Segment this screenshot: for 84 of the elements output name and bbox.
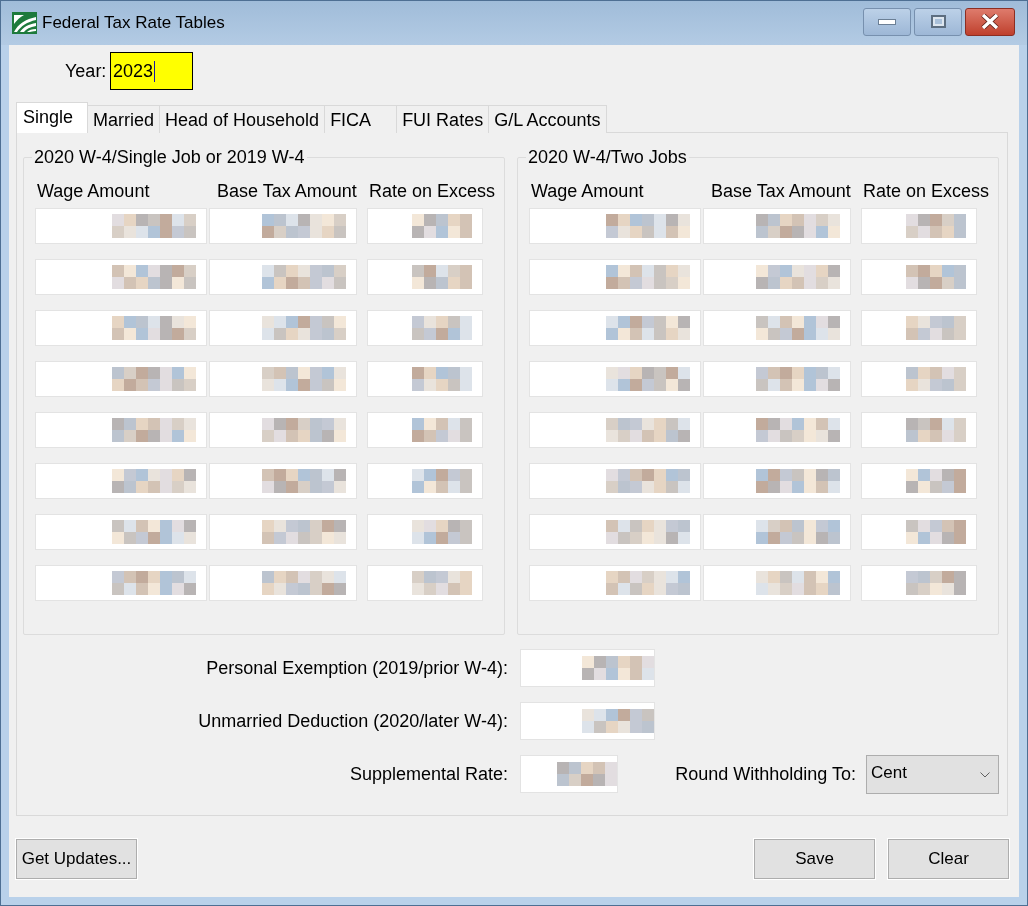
input-field[interactable] — [703, 208, 851, 244]
input-field[interactable] — [35, 463, 207, 499]
field-label: Personal Exemption (2019/prior W-4): — [205, 657, 508, 679]
input-field[interactable] — [367, 412, 483, 448]
input-field[interactable] — [209, 361, 357, 397]
tab[interactable]: FUI Rates — [397, 105, 490, 133]
input-field[interactable] — [209, 208, 357, 244]
column-header: Rate on Excess — [862, 180, 990, 202]
field-label: Supplemental Rate: — [348, 763, 508, 785]
input-field[interactable] — [367, 208, 483, 244]
tab[interactable]: Married — [88, 105, 160, 133]
input-field[interactable] — [861, 463, 977, 499]
input-field[interactable] — [367, 463, 483, 499]
input-field[interactable] — [367, 514, 483, 550]
input-field[interactable] — [520, 649, 655, 687]
input-field[interactable] — [367, 310, 483, 346]
input-field[interactable] — [703, 310, 851, 346]
rounding-dropdown[interactable]: Cent — [866, 754, 999, 794]
column-header: Base Tax Amount — [710, 180, 851, 202]
get-updates-button[interactable]: Get Updates... — [16, 839, 137, 879]
input-field[interactable] — [703, 463, 851, 499]
maximize-button[interactable] — [914, 7, 962, 36]
input-field[interactable] — [703, 565, 851, 601]
column-header: Base Tax Amount — [216, 180, 357, 202]
input-field[interactable] — [703, 259, 851, 295]
column-header: Wage Amount — [36, 180, 150, 202]
input-field[interactable] — [209, 514, 357, 550]
input-field[interactable] — [35, 259, 207, 295]
input-field[interactable] — [209, 412, 357, 448]
input-field[interactable] — [861, 412, 977, 448]
chevron-down-icon — [980, 771, 990, 778]
input-field[interactable] — [367, 259, 483, 295]
input-field[interactable] — [861, 259, 977, 295]
tab[interactable]: FICA — [325, 105, 398, 133]
input-field[interactable] — [520, 755, 618, 793]
input-field[interactable] — [35, 412, 207, 448]
input-field[interactable] — [703, 514, 851, 550]
input-field[interactable] — [529, 259, 701, 295]
input-field[interactable] — [529, 565, 701, 601]
input-field[interactable] — [209, 463, 357, 499]
clear-button[interactable]: Clear — [888, 839, 1009, 879]
input-field[interactable] — [209, 310, 357, 346]
year-label: Year: — [65, 60, 108, 82]
column-header: Wage Amount — [530, 180, 644, 202]
close-icon — [981, 14, 999, 29]
input-field[interactable] — [861, 208, 977, 244]
app-logo-icon — [12, 12, 37, 34]
input-field[interactable] — [861, 310, 977, 346]
input-field[interactable] — [520, 702, 655, 740]
tab[interactable]: G/L Accounts — [489, 105, 607, 133]
minimize-icon — [878, 18, 896, 25]
input-field[interactable] — [529, 463, 701, 499]
rounding-label: Round Withholding To: — [675, 763, 856, 785]
input-field[interactable] — [35, 310, 207, 346]
input-field[interactable] — [35, 565, 207, 601]
input-field[interactable] — [209, 259, 357, 295]
input-field[interactable] — [861, 514, 977, 550]
input-field[interactable] — [209, 565, 357, 601]
year-field[interactable]: 2023 — [110, 52, 193, 90]
maximize-icon — [930, 15, 946, 28]
input-field[interactable] — [529, 310, 701, 346]
tab[interactable]: Single — [16, 102, 88, 133]
input-field[interactable] — [35, 208, 207, 244]
input-field[interactable] — [529, 361, 701, 397]
save-button[interactable]: Save — [754, 839, 875, 879]
input-field[interactable] — [35, 514, 207, 550]
input-field[interactable] — [35, 361, 207, 397]
tab[interactable]: Head of Household — [160, 105, 326, 133]
input-field[interactable] — [861, 565, 977, 601]
input-field[interactable] — [367, 565, 483, 601]
input-field[interactable] — [529, 412, 701, 448]
column-header: Rate on Excess — [368, 180, 496, 202]
input-field[interactable] — [861, 361, 977, 397]
group-title: 2020 W-4/Two Jobs — [527, 146, 688, 169]
input-field[interactable] — [529, 208, 701, 244]
input-field[interactable] — [703, 361, 851, 397]
minimize-button[interactable] — [863, 7, 911, 36]
input-field[interactable] — [367, 361, 483, 397]
window-title: Federal Tax Rate Tables — [42, 12, 225, 35]
close-button[interactable] — [965, 7, 1015, 36]
group-title: 2020 W-4/Single Job or 2019 W-4 — [33, 146, 306, 169]
input-field[interactable] — [529, 514, 701, 550]
field-label: Unmarried Deduction (2020/later W-4): — [197, 710, 508, 732]
input-field[interactable] — [703, 412, 851, 448]
